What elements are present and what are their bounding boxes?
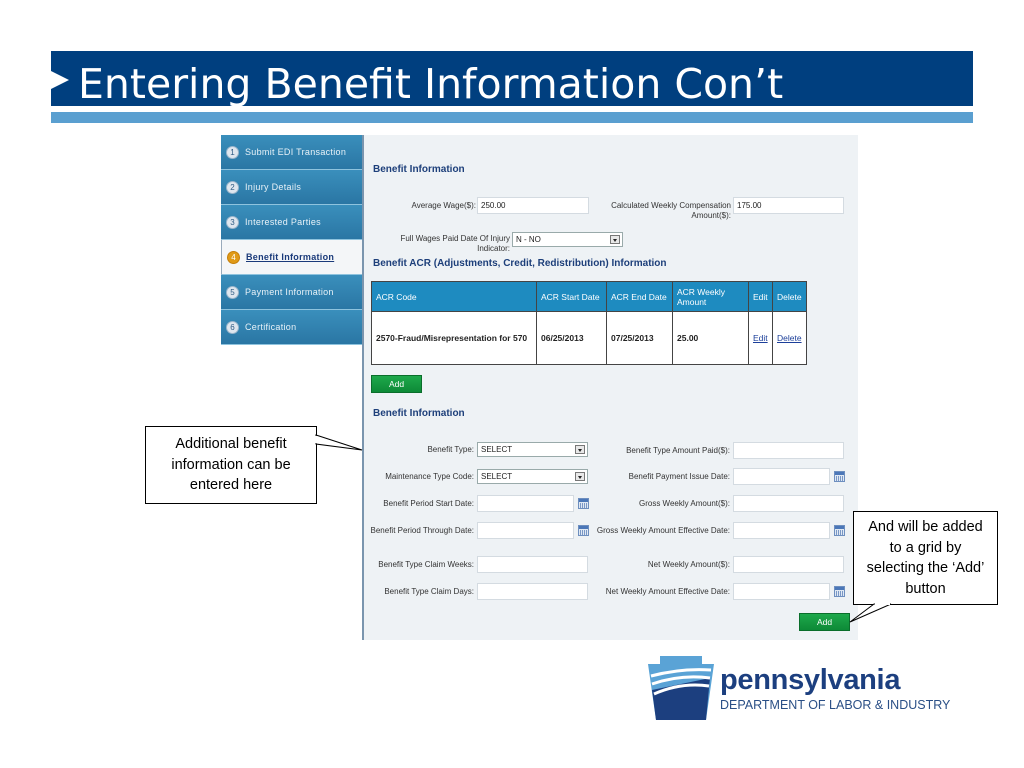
claim-days-input[interactable] xyxy=(477,583,588,600)
sidebar-item-label: Submit EDI Transaction xyxy=(245,147,347,157)
title-arrow-icon xyxy=(51,71,69,89)
edit-link[interactable]: Edit xyxy=(753,333,768,343)
payment-issue-date-input[interactable] xyxy=(733,468,830,485)
calculated-weekly-comp-label: Calculated Weekly Compensation Amount($)… xyxy=(611,201,731,220)
sidebar-item-label: Benefit Information xyxy=(246,252,335,262)
step-number-badge: 4 xyxy=(227,250,240,264)
chevron-down-icon xyxy=(575,472,585,481)
average-wage-label: Average Wage($): xyxy=(411,201,476,210)
calendar-icon[interactable] xyxy=(834,471,845,482)
gross-weekly-input[interactable] xyxy=(733,495,844,512)
benefit-type-select[interactable]: SELECT xyxy=(477,442,588,457)
net-weekly-label: Net Weekly Amount($): xyxy=(647,560,730,569)
callout-left: Additional benefit information can be en… xyxy=(145,426,317,504)
payment-issue-date-label: Benefit Payment Issue Date: xyxy=(628,472,730,481)
benefit-form-panel: Benefit Information Average Wage($): 250… xyxy=(362,135,858,640)
column-header: Delete xyxy=(772,281,807,312)
wizard-sidebar: 1 Submit EDI Transaction 2 Injury Detail… xyxy=(221,135,363,345)
acr-end-date-cell: 07/25/2013 xyxy=(606,311,673,365)
select-value: SELECT xyxy=(481,445,513,454)
sidebar-item-interested-parties[interactable]: 3 Interested Parties xyxy=(221,205,363,240)
sidebar-item-label: Payment Information xyxy=(245,287,334,297)
section-heading-acr: Benefit ACR (Adjustments, Credit, Redist… xyxy=(373,258,667,269)
period-start-label: Benefit Period Start Date: xyxy=(383,499,474,508)
benefit-type-label: Benefit Type: xyxy=(427,445,474,454)
sidebar-item-certification[interactable]: 6 Certification xyxy=(221,310,363,345)
net-weekly-effective-input[interactable] xyxy=(733,583,830,600)
claim-weeks-label: Benefit Type Claim Weeks: xyxy=(378,560,474,569)
acr-table: ACR Code ACR Start Date ACR End Date ACR… xyxy=(371,281,807,365)
maintenance-type-label: Maintenance Type Code: xyxy=(385,472,474,481)
table-row: 2570-Fraud/Misrepresentation for 570 06/… xyxy=(371,311,807,365)
sidebar-item-label: Interested Parties xyxy=(245,217,321,227)
claim-days-label: Benefit Type Claim Days: xyxy=(384,587,474,596)
step-number-badge: 6 xyxy=(226,320,239,334)
select-value: SELECT xyxy=(481,472,513,481)
logo-wordmark: pennsylvania xyxy=(720,664,901,696)
callout-right: And will be added to a grid by selecting… xyxy=(853,511,998,605)
period-through-input[interactable] xyxy=(477,522,574,539)
full-wages-indicator-label: Full Wages Paid Date Of Injury Indicator… xyxy=(400,234,510,253)
callout-left-pointer xyxy=(315,434,363,451)
section-heading-benefit-form: Benefit Information xyxy=(373,408,465,419)
acr-add-button[interactable]: Add xyxy=(371,375,422,393)
chevron-down-icon xyxy=(575,445,585,454)
amount-paid-label: Benefit Type Amount Paid($): xyxy=(626,446,730,455)
calendar-icon[interactable] xyxy=(834,525,845,536)
sidebar-item-payment-information[interactable]: 5 Payment Information xyxy=(221,275,363,310)
gross-weekly-label: Gross Weekly Amount($): xyxy=(639,499,730,508)
table-header-row: ACR Code ACR Start Date ACR End Date ACR… xyxy=(371,281,807,312)
claim-weeks-input[interactable] xyxy=(477,556,588,573)
maintenance-type-select[interactable]: SELECT xyxy=(477,469,588,484)
period-start-input[interactable] xyxy=(477,495,574,512)
select-value: N - NO xyxy=(516,235,541,244)
acr-weekly-amount-cell: 25.00 xyxy=(672,311,749,365)
callout-right-pointer xyxy=(849,603,892,623)
calculated-weekly-comp-input[interactable]: 175.00 xyxy=(733,197,844,214)
section-heading-benefit-info: Benefit Information xyxy=(373,164,465,175)
step-number-badge: 5 xyxy=(226,285,239,299)
benefit-add-button[interactable]: Add xyxy=(799,613,850,631)
logo-department: DEPARTMENT OF LABOR & INDUSTRY xyxy=(720,698,951,712)
title-divider xyxy=(51,107,973,109)
calendar-icon[interactable] xyxy=(578,498,589,509)
sidebar-item-submit-edi[interactable]: 1 Submit EDI Transaction xyxy=(221,135,363,170)
step-number-badge: 3 xyxy=(226,215,239,229)
sidebar-item-injury-details[interactable]: 2 Injury Details xyxy=(221,170,363,205)
sidebar-item-benefit-information[interactable]: 4 Benefit Information xyxy=(221,240,363,275)
net-weekly-effective-label: Net Weekly Amount Effective Date: xyxy=(605,587,730,596)
column-header: ACR Start Date xyxy=(536,281,607,312)
period-through-label: Benefit Period Through Date: xyxy=(370,526,474,535)
delete-link[interactable]: Delete xyxy=(777,333,802,343)
title-stripe xyxy=(51,112,973,123)
sidebar-item-label: Injury Details xyxy=(245,182,302,192)
calendar-icon[interactable] xyxy=(578,525,589,536)
column-header: Edit xyxy=(748,281,773,312)
step-number-badge: 2 xyxy=(226,180,239,194)
column-header: ACR End Date xyxy=(606,281,673,312)
gross-weekly-effective-input[interactable] xyxy=(733,522,830,539)
gross-weekly-effective-label: Gross Weekly Amount Effective Date: xyxy=(596,526,730,535)
delete-cell: Delete xyxy=(772,311,807,365)
calendar-icon[interactable] xyxy=(834,586,845,597)
step-number-badge: 1 xyxy=(226,145,239,159)
chevron-down-icon xyxy=(610,235,620,244)
column-header: ACR Weekly Amount xyxy=(672,281,749,312)
amount-paid-input[interactable] xyxy=(733,442,844,459)
net-weekly-input[interactable] xyxy=(733,556,844,573)
column-header: ACR Code xyxy=(371,281,537,312)
sidebar-item-label: Certification xyxy=(245,322,297,332)
average-wage-input[interactable]: 250.00 xyxy=(477,197,589,214)
slide-title: Entering Benefit Information Con’t xyxy=(78,60,784,108)
acr-start-date-cell: 06/25/2013 xyxy=(536,311,607,365)
keystone-logo-icon xyxy=(648,656,714,720)
full-wages-indicator-select[interactable]: N - NO xyxy=(512,232,623,247)
acr-code-cell: 2570-Fraud/Misrepresentation for 570 xyxy=(371,311,537,365)
edit-cell: Edit xyxy=(748,311,773,365)
